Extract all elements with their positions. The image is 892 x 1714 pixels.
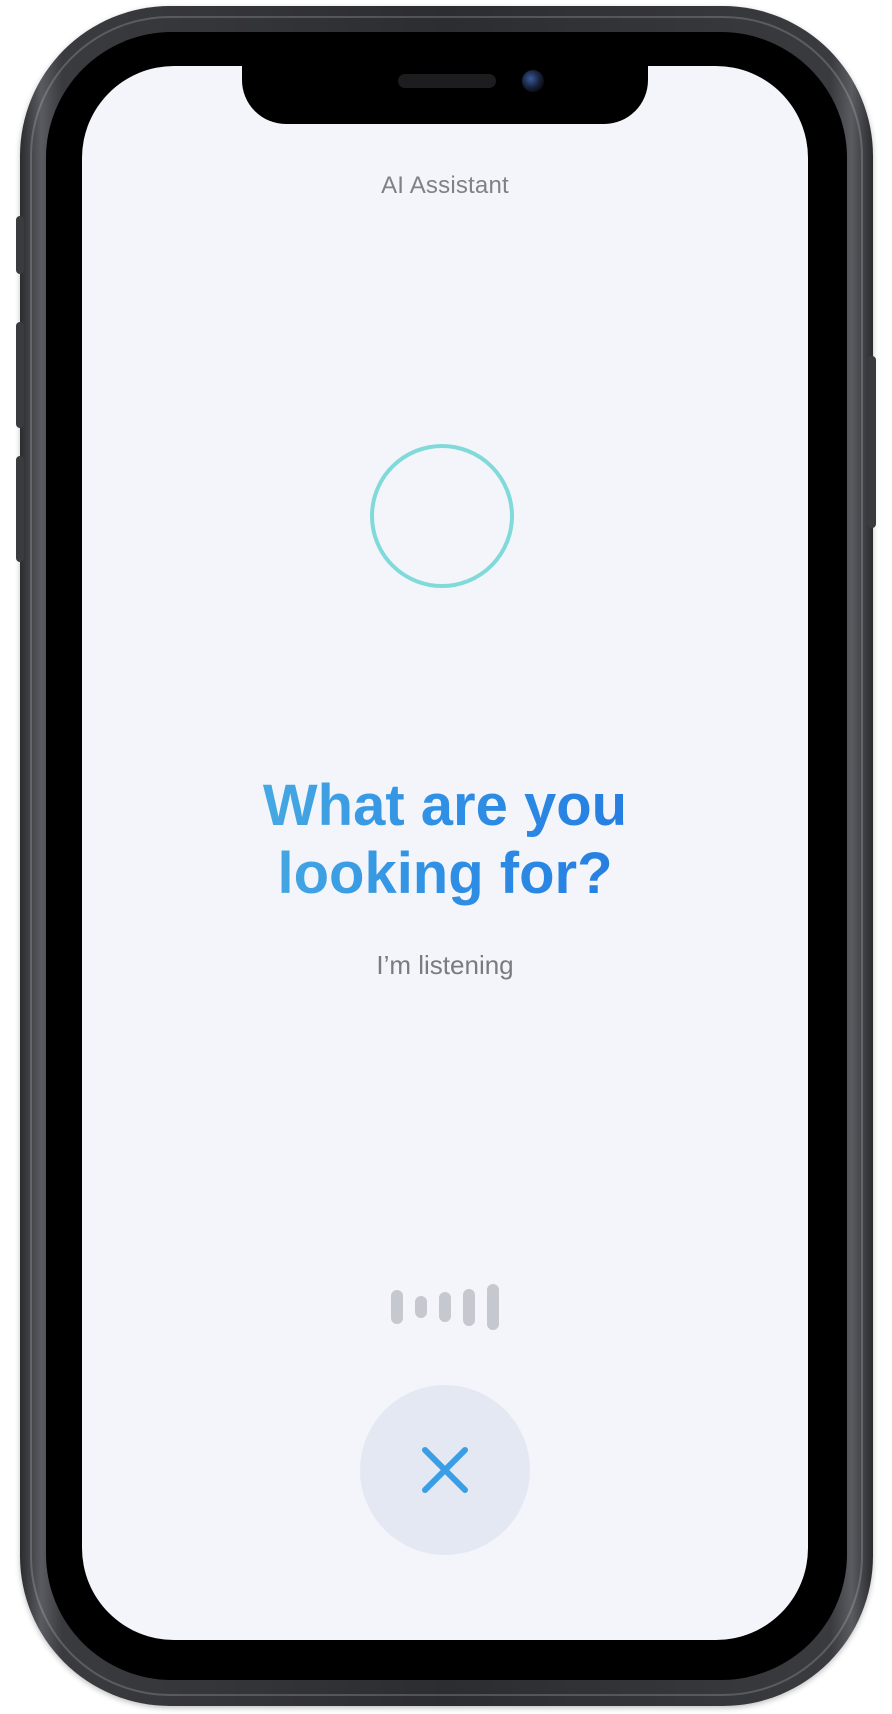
prompt-headline-line-1: What are you — [262, 773, 628, 838]
voice-wave-bar — [391, 1290, 403, 1324]
power-button — [868, 356, 876, 528]
prompt-headline: What are you looking for? — [82, 772, 808, 908]
voice-wave-icon — [82, 1280, 808, 1334]
close-button[interactable] — [360, 1385, 530, 1555]
listening-status: I’m listening — [376, 950, 514, 980]
volume-down-button — [16, 456, 24, 562]
volume-up-button — [16, 322, 24, 428]
voice-wave-bar — [487, 1284, 499, 1330]
circle-ring-icon — [370, 444, 514, 588]
app-screen: AI Assistant What are you looking for? I… — [82, 66, 808, 1640]
app-title: AI Assistant — [381, 172, 509, 199]
mute-switch — [16, 216, 24, 274]
earpiece-speaker — [398, 74, 496, 88]
voice-wave-bar — [439, 1292, 451, 1322]
prompt-headline-line-2: looking for? — [277, 841, 613, 906]
close-icon — [422, 1447, 468, 1493]
voice-wave-bar — [463, 1288, 475, 1326]
voice-wave-bar — [415, 1296, 427, 1318]
notch — [242, 66, 648, 124]
front-camera — [522, 70, 544, 92]
